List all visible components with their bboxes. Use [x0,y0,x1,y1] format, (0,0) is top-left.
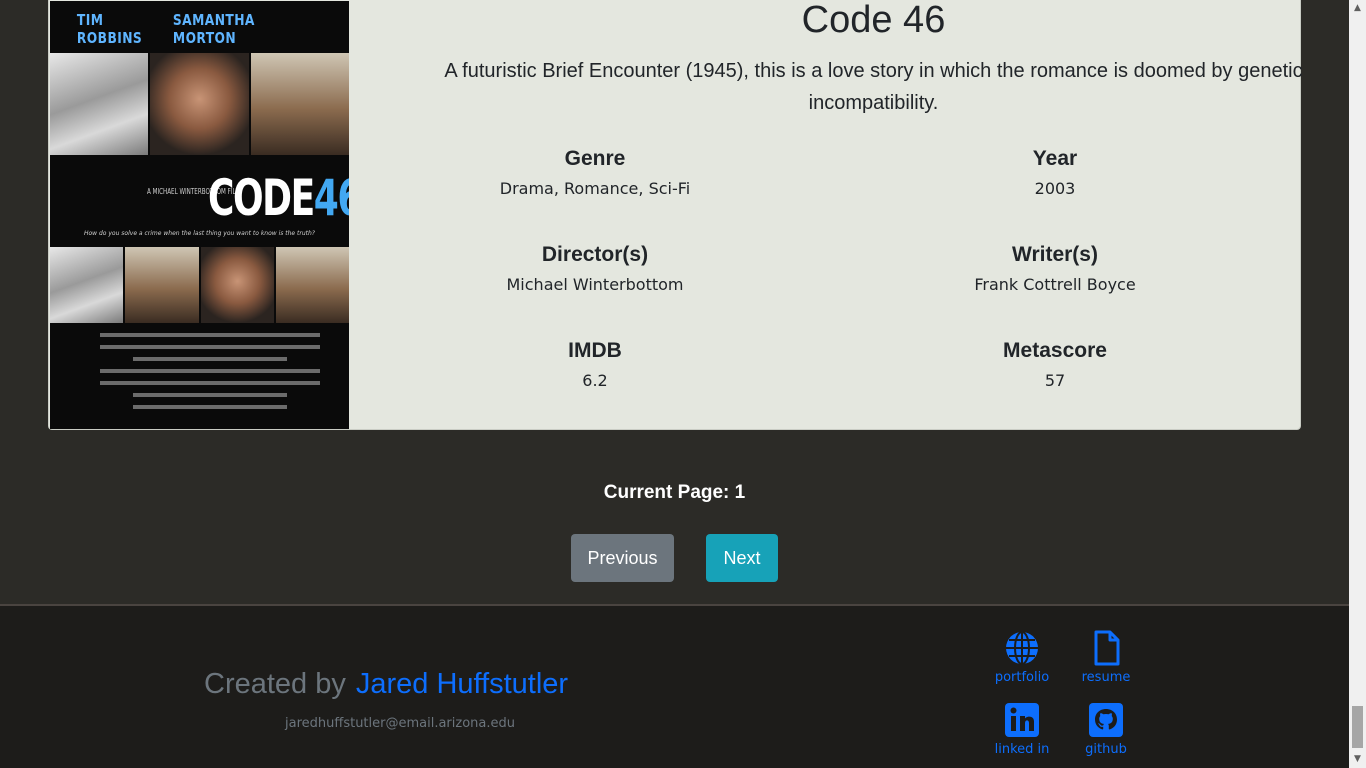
resume-label: resume [1081,670,1131,685]
movie-poster: TIM ROBBINS SAMANTHA MORTON A MICHAEL WI… [50,1,349,429]
year-info: Year 2003 [855,147,1255,198]
writer-info: Writer(s) Frank Cottrell Boyce [855,243,1255,294]
poster-credits-block [100,333,320,417]
poster-actor-2: SAMANTHA MORTON [172,11,255,47]
github-icon [1089,703,1123,737]
poster-actor-1: TIM ROBBINS [76,11,143,47]
current-page-indicator: Current Page: 1 [603,482,746,503]
director-info: Director(s) Michael Winterbottom [395,243,795,294]
portfolio-link[interactable]: portfolio [977,630,1067,685]
file-icon [1094,630,1120,666]
poster-logo: CODE46 [208,169,349,227]
year-label: Year [1032,147,1078,170]
resume-link[interactable]: resume [1061,630,1151,685]
poster-logo-word: CODE [208,169,315,227]
metascore-label: Metascore [1003,339,1107,362]
metascore-value: 57 [1044,371,1066,390]
scroll-thumb[interactable] [1352,706,1363,748]
author-email: jaredhuffstutler@email.arizona.edu [285,716,515,731]
poster-logo-number: 46 [313,169,349,227]
linkedin-label: linked in [994,742,1050,757]
writer-value: Frank Cottrell Boyce [974,275,1136,294]
genre-label: Genre [564,147,626,170]
genre-value: Drama, Romance, Sci-Fi [499,179,691,198]
poster-actors: TIM ROBBINS SAMANTHA MORTON [77,11,322,47]
imdb-value: 6.2 [582,371,608,390]
github-label: github [1085,742,1127,757]
poster-tagline: How do you solve a crime when the last t… [83,230,315,237]
imdb-label: IMDB [568,339,622,362]
linkedin-link[interactable]: linked in [977,702,1067,757]
scroll-down-arrow-icon[interactable]: ▼ [1349,751,1366,768]
poster-image-strip-top [50,53,349,155]
page: TIM ROBBINS SAMANTHA MORTON A MICHAEL WI… [0,0,1349,768]
writer-label: Writer(s) [1012,243,1098,266]
metascore-info: Metascore 57 [855,339,1255,390]
movie-card: TIM ROBBINS SAMANTHA MORTON A MICHAEL WI… [48,0,1303,430]
director-label: Director(s) [541,243,649,266]
page-scrollbar[interactable]: ▲ ▼ [1349,0,1366,768]
year-value: 2003 [1034,179,1076,198]
created-by: Created by Jared Huffstutler [204,668,568,701]
github-link[interactable]: github [1061,702,1151,757]
director-value: Michael Winterbottom [506,275,684,294]
author-name: Jared Huffstutler [355,668,569,700]
footer: Created by Jared Huffstutler jaredhuffstu… [0,604,1349,768]
genre-info: Genre Drama, Romance, Sci-Fi [395,147,795,198]
scroll-up-arrow-icon[interactable]: ▲ [1349,0,1366,17]
created-by-label: Created by [204,668,346,700]
movie-description: A futuristic Brief Encounter (1945), thi… [444,60,1303,114]
next-button[interactable]: Next [706,534,778,582]
linkedin-icon [1005,703,1039,737]
poster-image-strip-bottom [50,247,349,323]
imdb-info: IMDB 6.2 [395,339,795,390]
globe-icon [1006,631,1038,665]
portfolio-label: portfolio [994,670,1050,685]
previous-button[interactable]: Previous [571,534,674,582]
movie-title: Code 46 [801,0,946,41]
